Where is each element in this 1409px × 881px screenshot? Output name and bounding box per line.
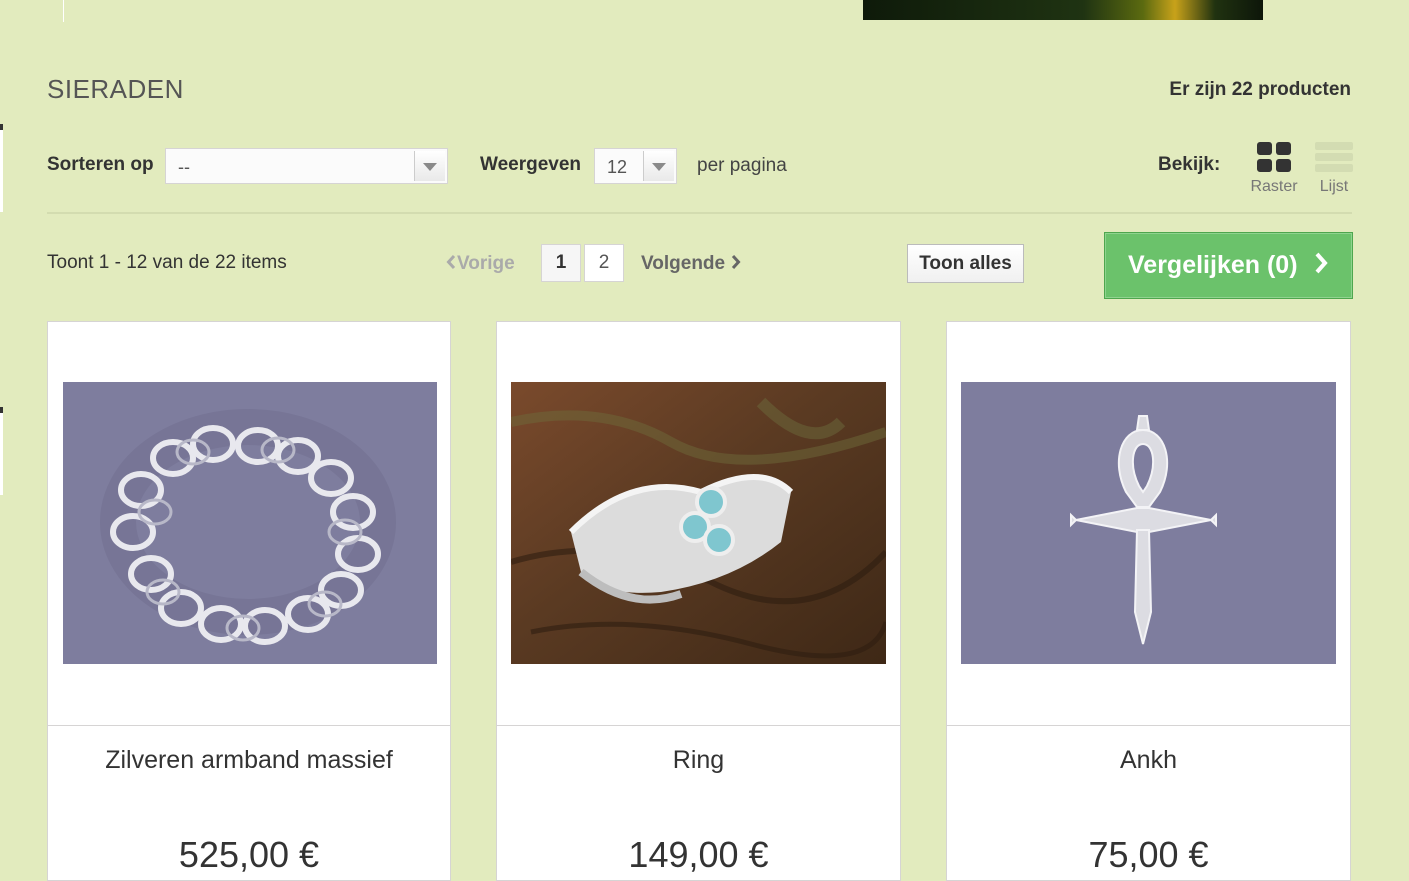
- product-name[interactable]: Ring: [497, 746, 900, 775]
- header-divider: [63, 0, 64, 22]
- chevron-down-icon[interactable]: [643, 151, 674, 181]
- left-edge-element: [0, 124, 3, 212]
- divider: [47, 212, 1352, 214]
- previous-page-link: Vorige: [446, 253, 515, 275]
- page-link-1[interactable]: 1: [541, 244, 581, 282]
- list-icon: [1315, 142, 1353, 172]
- chevron-left-icon: [446, 254, 456, 270]
- product-name[interactable]: Zilveren armband massief: [48, 746, 450, 775]
- category-title: SIERADEN: [47, 74, 184, 104]
- product-count: Er zijn 22 producten: [1169, 79, 1351, 100]
- left-edge-element: [0, 407, 3, 495]
- product-card[interactable]: Ring 149,00 €: [496, 321, 901, 881]
- product-image-ankh[interactable]: [961, 382, 1336, 664]
- header-banner-image: [863, 0, 1263, 20]
- sort-label: Sorteren op: [47, 154, 154, 175]
- display-count-label: Weergeven: [480, 154, 582, 175]
- previous-page-label: Vorige: [457, 253, 515, 274]
- product-price: 149,00 €: [628, 834, 769, 875]
- showing-items-text: Toont 1 - 12 van de 22 items: [47, 252, 287, 273]
- product-card[interactable]: Zilveren armband massief 525,00 €: [47, 321, 451, 881]
- view-list-label: Lijst: [1319, 178, 1349, 195]
- view-label: Bekijk:: [1158, 154, 1221, 175]
- product-price: 75,00 €: [1088, 834, 1209, 875]
- view-list-button[interactable]: Lijst: [1314, 142, 1354, 197]
- product-card[interactable]: Ankh 75,00 €: [946, 321, 1351, 881]
- sort-select[interactable]: --: [165, 148, 448, 184]
- view-grid-label: Raster: [1250, 178, 1298, 195]
- product-price: 525,00 €: [178, 834, 320, 875]
- compare-button-label: Vergelijken (0): [1128, 251, 1298, 279]
- display-count-select[interactable]: 12: [594, 148, 677, 184]
- product-image-container[interactable]: [947, 322, 1350, 726]
- grid-icon: [1257, 142, 1291, 172]
- product-image-container[interactable]: [48, 322, 450, 726]
- product-image-bracelet[interactable]: [63, 382, 437, 664]
- display-count-value: 12: [607, 157, 628, 177]
- per-page-label: per pagina: [697, 155, 787, 176]
- show-all-button[interactable]: Toon alles: [907, 244, 1024, 283]
- compare-button[interactable]: Vergelijken (0): [1104, 232, 1353, 299]
- page-link-2[interactable]: 2: [584, 244, 624, 282]
- product-image-ring[interactable]: [511, 382, 886, 664]
- chevron-right-icon: [1315, 252, 1329, 274]
- chevron-down-icon[interactable]: [414, 151, 445, 181]
- view-grid-button[interactable]: Raster: [1249, 142, 1299, 197]
- next-page-label: Volgende: [641, 253, 726, 274]
- sort-select-value: --: [178, 157, 190, 177]
- product-image-container[interactable]: [497, 322, 900, 726]
- chevron-right-icon: [732, 254, 741, 270]
- product-name[interactable]: Ankh: [947, 746, 1350, 775]
- next-page-link[interactable]: Volgende: [641, 253, 741, 275]
